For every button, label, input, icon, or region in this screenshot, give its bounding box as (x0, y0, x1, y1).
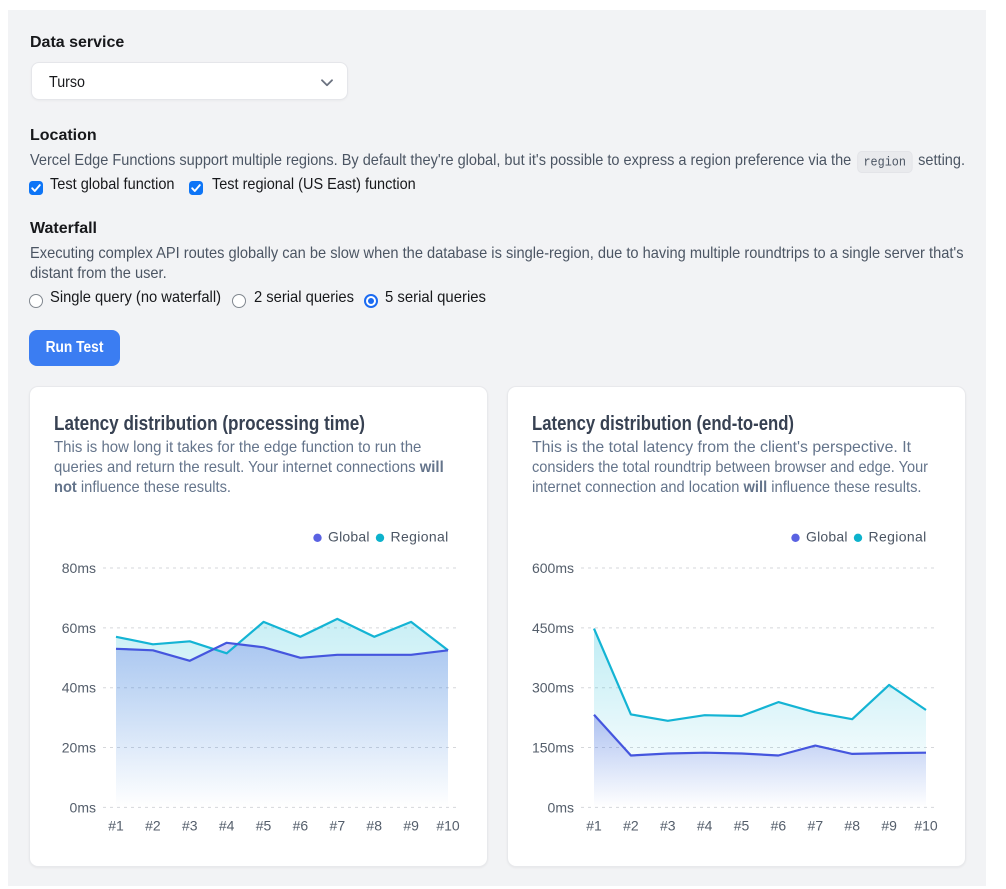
svg-text:#4: #4 (697, 818, 713, 834)
svg-text:#8: #8 (844, 818, 860, 834)
svg-text:#2: #2 (623, 818, 639, 834)
svg-text:150ms: 150ms (532, 740, 574, 756)
svg-text:0ms: 0ms (70, 799, 96, 815)
svg-text:#9: #9 (403, 818, 419, 834)
svg-text:#10: #10 (914, 818, 938, 834)
svg-text:450ms: 450ms (532, 620, 574, 636)
svg-text:Global: Global (328, 529, 370, 545)
svg-text:600ms: 600ms (532, 560, 574, 576)
svg-text:Global: Global (806, 529, 848, 545)
svg-text:Regional: Regional (869, 529, 927, 545)
svg-text:#7: #7 (808, 818, 824, 834)
svg-text:#6: #6 (771, 818, 787, 834)
svg-text:#6: #6 (293, 818, 309, 834)
svg-text:#3: #3 (182, 818, 198, 834)
svg-text:#1: #1 (108, 818, 124, 834)
svg-text:Regional: Regional (391, 529, 449, 545)
svg-text:#4: #4 (219, 818, 235, 834)
svg-text:40ms: 40ms (62, 680, 96, 696)
svg-text:#7: #7 (330, 818, 346, 834)
svg-text:#1: #1 (586, 818, 602, 834)
svg-text:60ms: 60ms (62, 620, 96, 636)
svg-text:#2: #2 (145, 818, 161, 834)
svg-text:20ms: 20ms (62, 740, 96, 756)
svg-text:80ms: 80ms (62, 560, 96, 576)
svg-text:#5: #5 (256, 818, 272, 834)
svg-text:#9: #9 (881, 818, 897, 834)
svg-text:#10: #10 (436, 818, 460, 834)
svg-text:300ms: 300ms (532, 680, 574, 696)
svg-text:0ms: 0ms (548, 799, 574, 815)
svg-text:#3: #3 (660, 818, 676, 834)
svg-text:#5: #5 (734, 818, 750, 834)
svg-text:#8: #8 (366, 818, 382, 834)
